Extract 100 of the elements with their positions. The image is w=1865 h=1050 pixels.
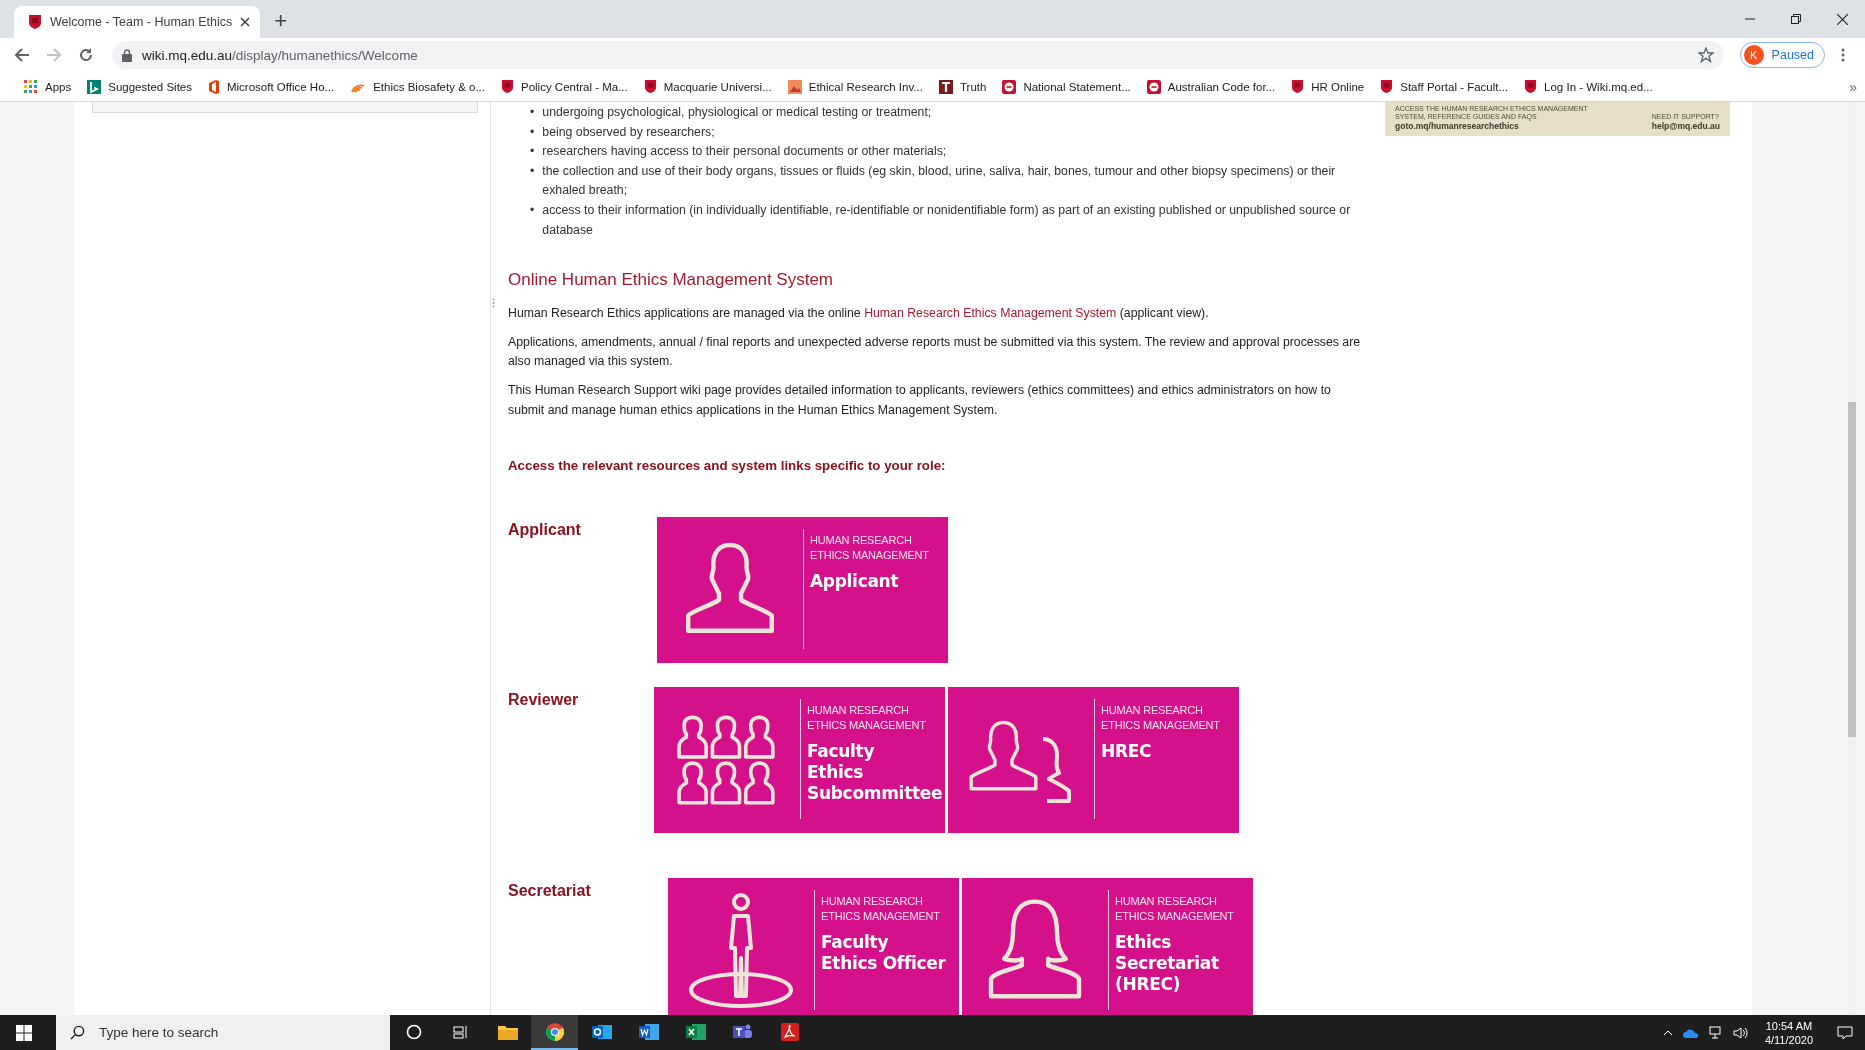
tile-title: Ethics Secretariat (HREC) [1115, 932, 1220, 996]
new-tab-button[interactable]: + [268, 8, 294, 34]
bullet-marker: • [530, 123, 535, 141]
role-tile[interactable]: HUMAN RESEARCH ETHICS MANAGEMENT Faculty Ethics Subcommittee [654, 687, 945, 834]
bookmark-link[interactable]: Macquarie Universi... [635, 76, 780, 97]
role-heading: Secretariat [508, 881, 592, 902]
resize-handle-icon[interactable] [492, 298, 495, 308]
bookmark-link[interactable]: Staff Portal - Facult... [1372, 76, 1517, 97]
bookmark-link[interactable]: Truth [930, 76, 995, 97]
bookmark-link[interactable]: Policy Central - Ma... [493, 76, 636, 97]
address-bar[interactable]: wiki.mq.edu.au/display/humanethics/Welcome [112, 41, 1724, 69]
image-icon [787, 79, 802, 94]
apps-grid-icon [24, 79, 38, 94]
office-icon [208, 79, 220, 94]
minus-circle-icon [1146, 79, 1161, 94]
chat-app-icon [732, 1022, 753, 1041]
folder-icon [497, 1023, 518, 1040]
bullet-marker: • [530, 104, 535, 121]
more-bookmarks-button[interactable]: » [1841, 75, 1865, 98]
bullet-item: researchers having access to their personal documents or other materials; [542, 143, 947, 161]
chevron-up-icon [1662, 1029, 1673, 1036]
intro-paragraph: Human Research Ethics applications are managed via the online Human Research Ethics Management System (applicant view). [508, 305, 1210, 323]
close-icon [1836, 13, 1848, 25]
body-paragraph: This Human Research Support wiki page provides detailed information to applicants, reviewers (ethics committees) and ethics administrators on how to submit and manage human ethics applications in the Human Ethics Management System. [508, 381, 1332, 419]
scrollbar[interactable] [1847, 102, 1857, 1015]
browser-tab[interactable]: Welcome - Team - Human Ethics [14, 6, 261, 38]
support-email[interactable]: help@mq.edu.au [1651, 121, 1720, 132]
role-prompt: Access the relevant resources and system links specific to your role: [508, 458, 947, 474]
scrollbar-thumb[interactable] [1848, 402, 1856, 737]
restore-icon [1791, 14, 1801, 24]
search-input[interactable]: Type here to search [97, 1024, 390, 1041]
forward-arrow-icon [46, 47, 62, 63]
taskbar-app-button[interactable] [531, 1015, 578, 1050]
system-link[interactable]: Human Research Ethics Management System [864, 306, 1117, 321]
windows-logo-icon [15, 1024, 32, 1041]
shield-icon [1380, 79, 1394, 94]
tile-overline: HUMAN RESEARCH ETHICS MANAGEMENT [810, 533, 930, 564]
shield-icon [501, 79, 514, 94]
bookmark-link[interactable]: Ethics Biosafety & o... [342, 77, 493, 96]
lock-icon [122, 48, 132, 62]
bookmark-link[interactable]: Ethical Research Inv... [779, 76, 931, 97]
profile-button[interactable]: K Paused [1739, 42, 1825, 68]
mail-app-icon [591, 1022, 612, 1041]
section-heading: Online Human Ethics Management System [508, 270, 835, 291]
bookmark-link[interactable]: Log In - Wiki.mq.ed... [1516, 76, 1661, 97]
bookmark-link[interactable]: Suggested Sites [79, 76, 200, 97]
pdf-app-icon [780, 1022, 799, 1041]
role-tile[interactable]: HUMAN RESEARCH ETHICS MANAGEMENT Faculty Ethics Officer [668, 878, 959, 1015]
shield-icon [1524, 79, 1538, 94]
cloud-icon [1682, 1027, 1699, 1038]
speaker-icon [1732, 1025, 1749, 1040]
bullet-item: the collection and use of their body organs, tissues or fluids (eg skin, blood, urine, saliva, hair, bones, tumour and other biopsy specimens) or their exhaled breath; [542, 162, 1337, 200]
clock-date[interactable]: 4/11/2020 [1764, 1032, 1813, 1047]
shield-icon [28, 14, 42, 30]
tile-overline: HUMAN RESEARCH ETHICS MANAGEMENT [807, 703, 927, 734]
role-tile[interactable]: HUMAN RESEARCH ETHICS MANAGEMENT HREC [948, 687, 1239, 834]
bookmark-link[interactable]: Apps [16, 76, 80, 97]
role-tile[interactable]: HUMAN RESEARCH ETHICS MANAGEMENT Applicant [657, 517, 948, 664]
shield-icon [643, 79, 657, 94]
bookmark-link[interactable]: Australian Code for... [1138, 76, 1284, 97]
bookmark-link[interactable]: Microsoft Office Ho... [200, 76, 343, 97]
role-heading: Reviewer [508, 690, 580, 711]
bookmark-link[interactable]: HR Online [1283, 76, 1373, 97]
tile-title: Faculty Ethics Subcommittee [807, 741, 944, 805]
close-icon [240, 17, 251, 27]
browser-logo-icon [545, 1022, 564, 1041]
circle-icon [405, 1023, 422, 1040]
tile-title: Applicant [810, 571, 900, 593]
shield-icon [1291, 79, 1305, 94]
spreadsheet-app-icon [685, 1022, 706, 1041]
clock-time[interactable]: 10:54 AM [1765, 1018, 1813, 1033]
network-icon [1708, 1025, 1723, 1040]
menu-dots-icon [1841, 48, 1845, 62]
taskbar-search-field[interactable]: Type here to search [56, 1015, 390, 1050]
bullet-marker: • [530, 143, 535, 161]
bullet-item: being observed by researchers; [542, 123, 715, 141]
body-paragraph: Applications, amendments, annual / final reports and unexpected adverse reports must be submitted via this system. The review and approval processes are also managed via this system. [508, 333, 1362, 371]
bullet-item: access to their information (in individually identifiable, re-identifiable or nonidentifiable form) as part of an existing published or unpublished source or database [542, 201, 1352, 239]
notification-icon[interactable] [1837, 1025, 1853, 1040]
bullet-marker: • [530, 162, 535, 180]
reload-icon [78, 47, 94, 63]
bullet-marker: • [530, 201, 535, 219]
minus-circle-icon [1002, 79, 1017, 94]
search-icon [70, 1025, 85, 1040]
star-icon [1697, 47, 1714, 63]
tile-overline: HUMAN RESEARCH ETHICS MANAGEMENT [1115, 894, 1235, 925]
document-app-icon [638, 1022, 659, 1041]
back-arrow-icon [14, 47, 30, 63]
tile-overline: HUMAN RESEARCH ETHICS MANAGEMENT [1101, 703, 1221, 734]
banner-link[interactable]: goto.mq/humanresearchethics [1395, 121, 1615, 132]
bullet-item: undergoing psychological, physiological or medical testing or treatment; [542, 104, 932, 121]
role-tile[interactable]: HUMAN RESEARCH ETHICS MANAGEMENT Ethics Secretariat (HREC) [962, 878, 1253, 1015]
task-view-icon [452, 1023, 469, 1040]
role-heading: Applicant [508, 520, 582, 541]
letter-t-icon [938, 79, 953, 94]
address-url: wiki.mq.edu.au/display/humanethics/Welcome [142, 47, 418, 63]
tile-overline: HUMAN RESEARCH ETHICS MANAGEMENT [821, 894, 941, 925]
tile-title: Faculty Ethics Officer [821, 932, 947, 975]
bookmark-link[interactable]: National Statement... [994, 76, 1139, 97]
letter-b-icon [87, 79, 102, 94]
